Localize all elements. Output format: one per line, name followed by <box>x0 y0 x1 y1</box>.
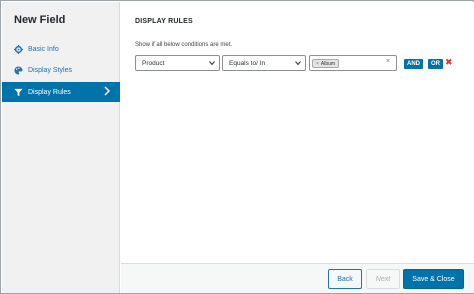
dialog-footer: Back Next Save & Close <box>121 263 474 293</box>
field-select[interactable]: Product <box>135 55 220 71</box>
sidebar-item-label: Display Rules <box>28 88 71 96</box>
sidebar: New Field Basic Info Display Styles Disp… <box>2 2 120 293</box>
chevron-down-icon <box>295 60 301 66</box>
operator-select-value: Equals to/ In <box>229 59 266 67</box>
main-panel: DISPLAY RULES Show if all below conditio… <box>121 2 474 293</box>
sidebar-item-display-styles[interactable]: Display Styles <box>2 60 120 80</box>
chevron-down-icon <box>209 60 215 66</box>
rule-hint-text: Show if all below conditions are met. <box>135 42 233 48</box>
dialog-title: New Field <box>14 14 66 26</box>
or-button[interactable]: OR <box>428 59 443 69</box>
tag-remove-button[interactable]: × <box>316 61 319 67</box>
sidebar-item-label: Display Styles <box>28 66 72 74</box>
value-multiselect[interactable]: × Album × <box>309 55 397 71</box>
section-title: DISPLAY RULES <box>135 18 193 25</box>
value-tag: × Album <box>312 59 340 68</box>
value-tag-label: Album <box>320 60 336 67</box>
filter-icon <box>14 88 23 97</box>
chevron-right-icon <box>104 86 111 98</box>
and-button[interactable]: AND <box>404 59 423 69</box>
operator-select[interactable]: Equals to/ In <box>222 55 306 71</box>
sidebar-item-label: Basic Info <box>28 45 59 53</box>
clear-values-button[interactable]: × <box>386 58 390 65</box>
field-select-value: Product <box>142 59 165 67</box>
sidebar-item-basic-info[interactable]: Basic Info <box>2 39 120 59</box>
gear-icon <box>14 44 23 54</box>
palette-icon <box>14 65 23 75</box>
sidebar-item-display-rules[interactable]: Display Rules <box>2 82 120 102</box>
next-button[interactable]: Next <box>366 269 400 289</box>
save-close-button[interactable]: Save & Close <box>403 269 464 289</box>
back-button[interactable]: Back <box>328 269 362 289</box>
new-field-dialog: New Field Basic Info Display Styles Disp… <box>0 0 474 294</box>
remove-rule-button[interactable]: ✖ <box>445 57 453 68</box>
